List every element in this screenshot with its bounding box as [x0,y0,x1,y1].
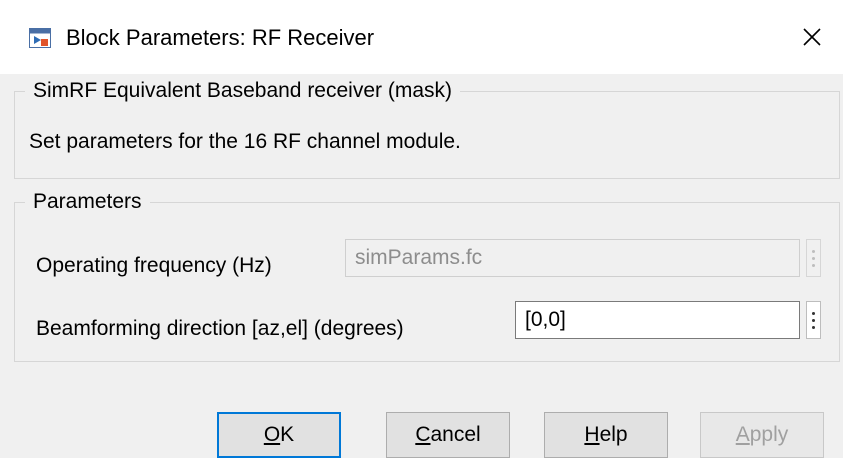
ok-mnemonic: O [263,423,281,446]
apply-button[interactable]: Apply [700,412,824,458]
mask-description-group: SimRF Equivalent Baseband receiver (mask… [14,78,840,179]
simulink-block-icon [29,28,51,48]
cancel-mnemonic: C [415,423,431,446]
parameters-group-legend: Parameters [25,189,150,215]
help-mnemonic: H [584,423,600,446]
beamforming-direction-options-button[interactable] [806,301,821,339]
apply-label-rest: pply [749,423,789,446]
title-bar[interactable]: Block Parameters: RF Receiver [0,0,843,74]
ok-button[interactable]: OK [217,412,341,458]
mask-group-legend: SimRF Equivalent Baseband receiver (mask… [25,78,460,104]
operating-frequency-label: Operating frequency (Hz) [36,254,272,277]
beamforming-direction-label: Beamforming direction [az,el] (degrees) [36,317,404,340]
cancel-button[interactable]: Cancel [386,412,510,458]
close-button[interactable] [795,20,829,54]
close-icon [803,28,821,46]
ok-label-rest: K [280,423,295,446]
parameters-group: Parameters Operating frequency (Hz) simP… [14,189,840,362]
operating-frequency-field[interactable]: simParams.fc [345,239,800,277]
help-label-rest: elp [599,423,628,446]
window-title: Block Parameters: RF Receiver [66,25,375,50]
apply-mnemonic: A [735,423,750,446]
cancel-label-rest: ancel [430,423,481,446]
beamforming-direction-field[interactable]: [0,0] [515,301,800,339]
mask-description: Set parameters for the 16 RF channel mod… [29,130,461,153]
help-button[interactable]: Help [544,412,668,458]
operating-frequency-options-button[interactable] [806,239,821,277]
